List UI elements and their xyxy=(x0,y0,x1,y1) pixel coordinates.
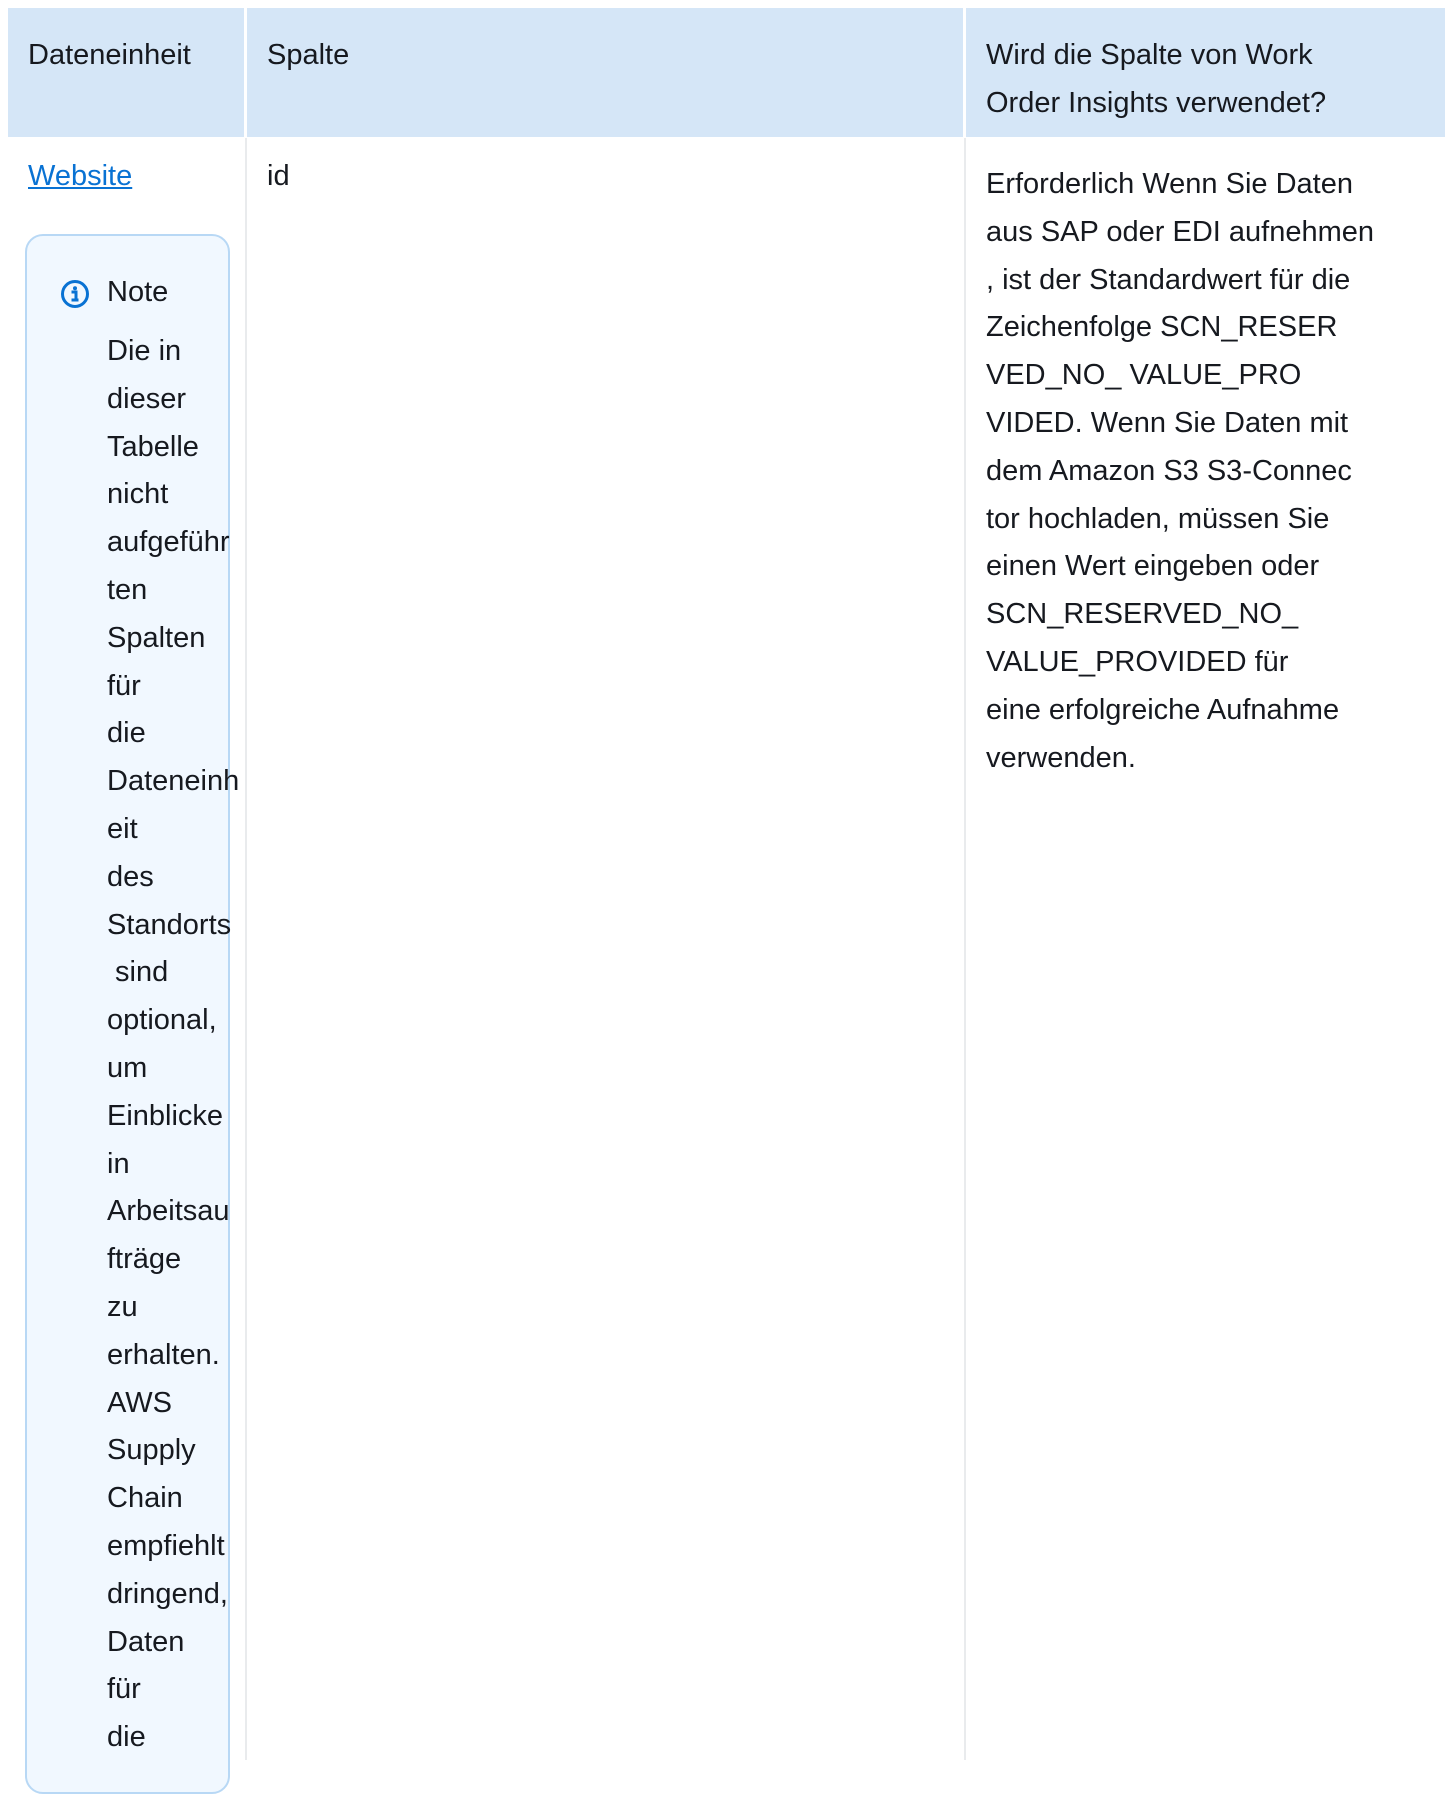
description-line: Erforderlich Wenn Sie Daten xyxy=(986,168,1353,200)
note-line: Supply xyxy=(107,1434,196,1467)
description-line: verwenden. xyxy=(986,741,1136,774)
data-table: Dateneinheit Spalte Wird die Spalte von … xyxy=(8,8,1445,1794)
info-icon xyxy=(60,279,90,309)
description-line: tor hochladen, müssen Sie xyxy=(986,502,1330,535)
note-line: für xyxy=(107,1673,141,1706)
description-line: VED_NO_ VALUE_PRO xyxy=(986,359,1302,392)
description-line: VALUE_PROVIDED für xyxy=(986,645,1289,678)
note-line: Dateneinh xyxy=(107,765,240,798)
description-line: einen Wert eingeben oder xyxy=(986,550,1320,583)
table-row: Website Note Die in dieser Tabelle nicht auf… xyxy=(8,138,1445,1794)
note-line: optional, xyxy=(107,1004,217,1037)
note-line: nicht xyxy=(107,478,169,511)
note-line: Standorts xyxy=(107,908,232,941)
note-line: um xyxy=(107,1051,148,1084)
note-line: empfiehlt xyxy=(107,1529,225,1562)
description-line: aus SAP oder EDI aufnehmen xyxy=(986,215,1374,248)
column-divider xyxy=(964,138,966,1760)
note-line: eit xyxy=(107,812,138,845)
note-line: die xyxy=(107,717,146,750)
note-line: Tabelle xyxy=(107,430,199,463)
header-used-by-work-order-insights: Wird die Spalte von Work Order Insights v… xyxy=(966,8,1445,137)
description-line: SCN_RESERVED_NO_ xyxy=(986,598,1299,631)
note-line: zu xyxy=(107,1290,138,1323)
note-line: für xyxy=(107,669,141,702)
note-title: Note xyxy=(107,276,169,308)
note-line: Daten xyxy=(107,1625,185,1658)
website-link[interactable]: Website xyxy=(28,156,132,196)
note-line: AWS xyxy=(107,1386,172,1419)
column-value: id xyxy=(267,160,290,192)
note-line: aufgeführ xyxy=(107,526,230,559)
note-line: Die in xyxy=(107,335,182,367)
header-dateneinheit: Dateneinheit xyxy=(8,8,244,137)
description-line: VIDED. Wenn Sie Daten mit xyxy=(986,406,1349,439)
header-spalte: Spalte xyxy=(247,8,963,137)
note-line: dringend, xyxy=(107,1577,228,1610)
note-line: in xyxy=(107,1147,130,1180)
note-line: dieser xyxy=(107,382,186,415)
description-line: Zeichenfolge SCN_RESER xyxy=(986,311,1338,344)
description-line: dem Amazon S3 S3-Connec xyxy=(986,454,1352,487)
header-line: Wird die Spalte von Work xyxy=(986,39,1313,71)
header-line: Order Insights verwendet? xyxy=(986,87,1327,119)
note-line: Arbeitsau xyxy=(107,1195,230,1228)
note-line: erhalten. xyxy=(107,1338,220,1371)
note-line: sind xyxy=(107,956,169,989)
description-line: , ist der Standardwert für die xyxy=(986,263,1351,296)
note-text: Die in dieser Tabelle nicht aufgeführ ten Spal… xyxy=(107,328,247,1762)
note-line: fträge xyxy=(107,1243,182,1276)
usage-description: Erforderlich Wenn Sie Daten aus SAP oder … xyxy=(986,161,1426,782)
note-line: Spalten xyxy=(107,621,206,654)
note-line: Einblicke xyxy=(107,1099,224,1132)
note-line: des xyxy=(107,860,154,893)
note-line: die xyxy=(107,1721,146,1754)
note-line: ten xyxy=(107,573,148,606)
table-header-row: Dateneinheit Spalte Wird die Spalte von … xyxy=(8,8,1445,137)
description-line: eine erfolgreiche Aufnahme xyxy=(986,693,1340,726)
note-line: Chain xyxy=(107,1482,183,1515)
note-box: Note Die in dieser Tabelle nicht aufgeführ te… xyxy=(25,234,239,1794)
